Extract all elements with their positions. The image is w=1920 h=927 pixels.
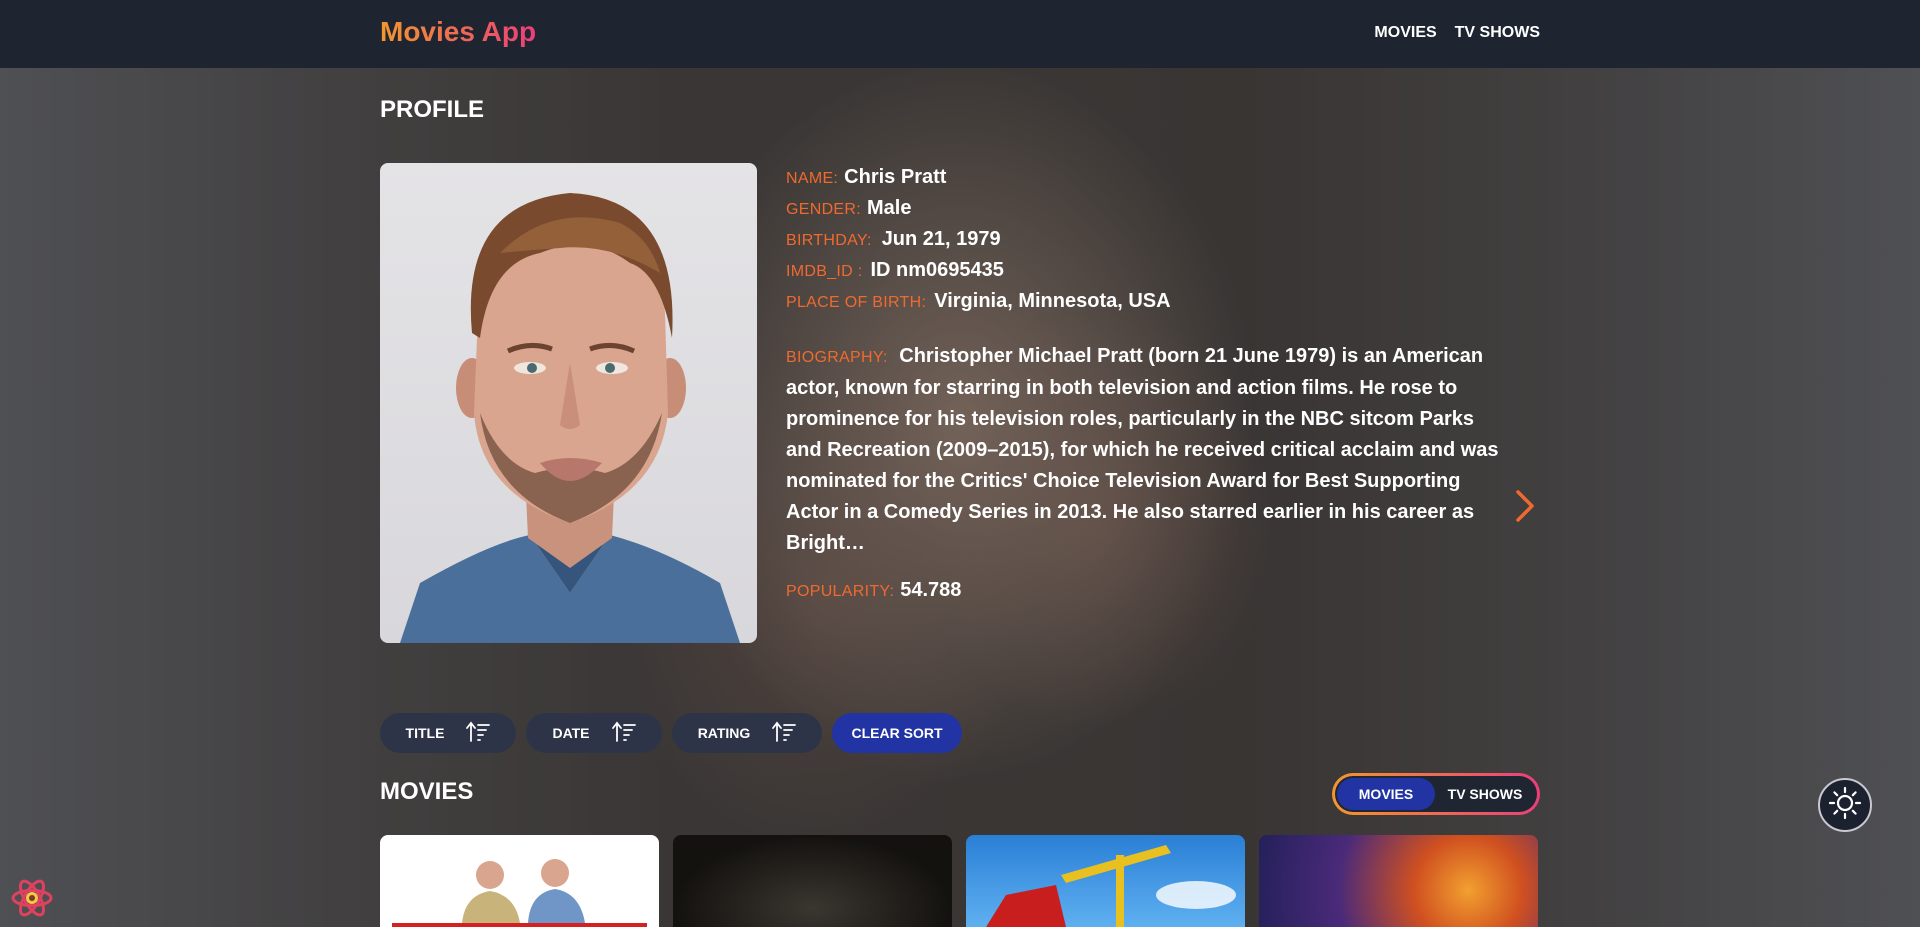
profile-details: NAME: Chris Pratt GENDER: Male BIRTHDAY:… <box>786 166 1506 610</box>
toggle-movies-option[interactable]: MOVIES <box>1337 778 1435 810</box>
movie-card[interactable] <box>966 835 1245 927</box>
sort-title-button[interactable]: TITLE <box>380 713 516 753</box>
popularity-value: 54.788 <box>900 579 962 601</box>
name-label: NAME: <box>786 170 839 187</box>
movie-card-list <box>380 835 1538 927</box>
main-content: PROFILE NAME: Chris Pratt GENDER: Male B… <box>0 0 1920 927</box>
top-navbar: Movies App MOVIES TV SHOWS <box>0 0 1920 68</box>
movie-card[interactable] <box>380 835 659 927</box>
gender-row: GENDER: Male <box>786 197 1506 228</box>
app-brand[interactable]: Movies App <box>380 16 536 48</box>
nav-movies-link[interactable]: MOVIES <box>1374 24 1436 42</box>
sort-ascending-icon <box>611 721 636 746</box>
birthday-row: BIRTHDAY: Jun 21, 1979 <box>786 228 1506 259</box>
place-of-birth-label: PLACE OF BIRTH: <box>786 294 927 311</box>
sort-controls: TITLE DATE RATING CLEAR SORT <box>380 713 962 753</box>
name-row: NAME: Chris Pratt <box>786 166 1506 197</box>
sort-date-label: DATE <box>552 725 590 741</box>
media-type-toggle: MOVIES TV SHOWS <box>1332 773 1540 815</box>
chevron-right-icon[interactable] <box>1510 488 1540 524</box>
sun-icon <box>1828 786 1862 825</box>
main-nav: MOVIES TV SHOWS <box>1374 24 1540 42</box>
media-type-toggle-track: MOVIES TV SHOWS <box>1335 776 1537 812</box>
birthday-value: Jun 21, 1979 <box>881 228 1001 250</box>
toggle-tv-shows-option[interactable]: TV SHOWS <box>1435 778 1535 810</box>
biography-block: BIOGRAPHY: Christopher Michael Pratt (bo… <box>786 341 1512 559</box>
sort-rating-button[interactable]: RATING <box>672 713 822 753</box>
imdb-label: IMDB_ID : <box>786 263 863 280</box>
biography-label: BIOGRAPHY: <box>786 349 888 366</box>
place-of-birth-row: PLACE OF BIRTH: Virginia, Minnesota, USA <box>786 290 1506 321</box>
sort-title-label: TITLE <box>405 725 445 741</box>
sort-ascending-icon <box>772 721 797 746</box>
movies-section-title: MOVIES <box>380 778 474 805</box>
sort-date-button[interactable]: DATE <box>526 713 662 753</box>
react-logo-icon[interactable] <box>10 876 54 920</box>
nav-tv-shows-link[interactable]: TV SHOWS <box>1455 24 1540 42</box>
gender-value: Male <box>867 197 912 219</box>
place-of-birth-value: Virginia, Minnesota, USA <box>934 290 1171 312</box>
theme-toggle-button[interactable] <box>1818 778 1872 832</box>
movie-card[interactable] <box>1259 835 1538 927</box>
imdb-value: ID nm0695435 <box>870 259 1004 281</box>
biography-text: Christopher Michael Pratt (born 21 June … <box>786 345 1499 554</box>
movie-card[interactable] <box>673 835 952 927</box>
page-title: PROFILE <box>380 96 485 123</box>
name-value: Chris Pratt <box>844 166 947 188</box>
sort-ascending-icon <box>466 721 491 746</box>
clear-sort-button[interactable]: CLEAR SORT <box>832 713 962 753</box>
gender-label: GENDER: <box>786 201 861 218</box>
birthday-label: BIRTHDAY: <box>786 232 872 249</box>
actor-portrait <box>380 163 757 643</box>
sort-rating-label: RATING <box>697 725 751 741</box>
imdb-row: IMDB_ID : ID nm0695435 <box>786 259 1506 290</box>
popularity-row: POPULARITY: 54.788 <box>786 579 1506 610</box>
popularity-label: POPULARITY: <box>786 583 895 600</box>
